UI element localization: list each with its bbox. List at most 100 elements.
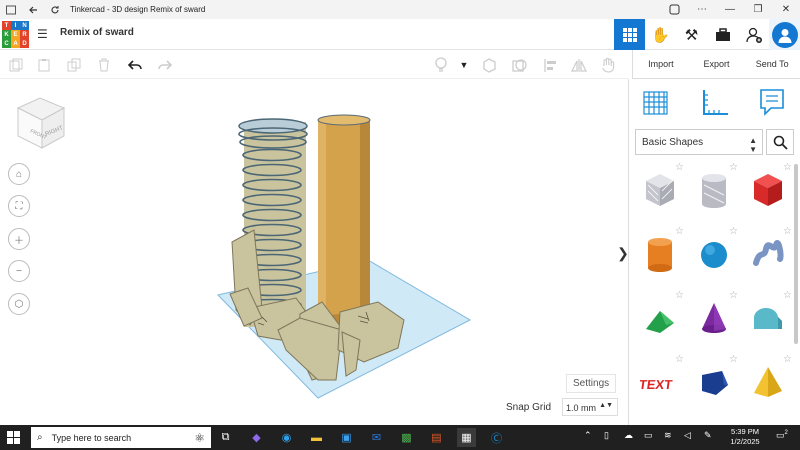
volume-icon[interactable]: ◁ <box>684 430 691 441</box>
shape-button[interactable] <box>480 56 498 74</box>
edge-icon[interactable]: ◉ <box>277 428 296 447</box>
notification-count: 2 <box>784 430 788 436</box>
shape-scribble[interactable]: ☆ <box>743 225 793 283</box>
scene-3d[interactable] <box>0 80 628 425</box>
redo-button[interactable] <box>156 56 174 74</box>
text-3d-icon: TEXT <box>640 377 673 392</box>
star-icon[interactable]: ☆ <box>783 226 792 237</box>
solid-shape-icon <box>482 57 496 73</box>
send-to-button[interactable]: Send To <box>744 50 800 78</box>
3d-view-button[interactable] <box>614 19 645 50</box>
more-options-button[interactable]: ⋯ <box>688 0 716 19</box>
invite-user-button[interactable] <box>738 19 769 50</box>
chevron-up-icon[interactable]: ⌃ <box>584 430 592 441</box>
tinkercad-taskbar-icon[interactable]: ▦ <box>457 428 476 447</box>
orange-cylinder-shape <box>317 114 371 326</box>
shape-text[interactable]: TEXT ☆ <box>635 353 685 411</box>
round-roof-icon <box>753 307 782 329</box>
taskbar-clock[interactable]: 5:39 PM 1/2/2025 <box>720 427 770 447</box>
hole-button[interactable] <box>510 56 528 74</box>
shape-cylinder[interactable]: ☆ <box>635 225 685 283</box>
paste-button[interactable] <box>35 56 53 74</box>
shape-search-button[interactable] <box>766 129 794 155</box>
star-icon[interactable]: ☆ <box>675 226 684 237</box>
back-button[interactable] <box>22 0 44 19</box>
workplane-button[interactable] <box>641 87 671 117</box>
design-name[interactable]: Remix of sward <box>60 27 134 38</box>
office-icon[interactable]: ▤ <box>427 428 446 447</box>
cylinder-hole-icon <box>702 174 726 208</box>
light-bulb-button[interactable] <box>432 56 450 74</box>
logo-letter: R <box>20 30 29 39</box>
snap-grid-select[interactable]: 1.0 mm ▲▼ <box>562 398 618 416</box>
shape-pyramid[interactable]: ☆ <box>743 353 793 411</box>
windows-start-button[interactable] <box>7 431 20 444</box>
shape-category-select[interactable]: Basic Shapes ▲ ▼ <box>635 129 763 155</box>
briefcase-icon <box>715 27 730 41</box>
align-button[interactable] <box>541 56 559 74</box>
minecraft-icon[interactable]: ▩ <box>397 428 416 447</box>
user-avatar-button[interactable] <box>769 19 800 50</box>
shape-sphere[interactable]: ☆ <box>689 225 739 283</box>
star-icon[interactable]: ☆ <box>783 290 792 301</box>
shape-cylinder-hole[interactable]: ☆ <box>689 161 739 219</box>
align-icon <box>543 58 556 72</box>
store-icon[interactable]: ▣ <box>337 428 356 447</box>
star-icon[interactable]: ☆ <box>783 162 792 173</box>
delete-button[interactable] <box>95 56 113 74</box>
shape-polygon[interactable]: ☆ <box>689 353 739 411</box>
copy-button[interactable] <box>7 56 25 74</box>
mirror-button[interactable] <box>570 56 588 74</box>
battery-icon[interactable]: ▭ <box>644 430 653 441</box>
shape-box-hole[interactable]: ☆ <box>635 161 685 219</box>
blocks-button[interactable]: ✋ <box>645 19 676 50</box>
star-icon[interactable]: ☆ <box>675 290 684 301</box>
cloud-icon[interactable]: ☁ <box>624 430 633 441</box>
notes-button[interactable] <box>757 87 787 117</box>
star-icon[interactable]: ☆ <box>729 354 738 365</box>
settings-button[interactable]: Settings <box>566 374 617 393</box>
close-button[interactable]: ✕ <box>772 0 800 19</box>
maximize-button[interactable]: ❐ <box>744 0 772 19</box>
chevron-down-icon[interactable]: ▼ <box>455 56 473 74</box>
workplane-canvas[interactable]: FRONT RIGHT ⌂ ⛶ ＋ − ⬡ Settings Snap Grid… <box>0 80 628 425</box>
list-menu-icon[interactable]: ☰ <box>37 27 48 41</box>
collapse-panel-button[interactable]: ❯ <box>617 238 628 268</box>
star-icon[interactable]: ☆ <box>729 226 738 237</box>
chrome-app-icon[interactable]: Ⓒ <box>487 428 506 447</box>
sim-lab-button[interactable]: ⚒ <box>676 19 707 50</box>
export-button[interactable]: Export <box>689 50 745 78</box>
notification-button[interactable]: ▭2 <box>776 430 788 441</box>
import-button[interactable]: Import <box>633 50 689 78</box>
shape-roof[interactable]: ☆ <box>635 289 685 347</box>
tinkercad-logo[interactable]: TINKERCAD <box>2 21 29 48</box>
task-view-icon[interactable]: ⧉ <box>216 428 235 447</box>
shape-round-roof[interactable]: ☆ <box>743 289 793 347</box>
ruler-button[interactable] <box>699 87 729 117</box>
taskbar-search-input[interactable]: ⌕ Type here to search ⚛ <box>31 427 211 448</box>
notification-icon: ▭ <box>776 430 785 440</box>
star-icon[interactable]: ☆ <box>783 354 792 365</box>
star-icon[interactable]: ☆ <box>675 162 684 173</box>
star-icon[interactable]: ☆ <box>729 290 738 301</box>
app-view-button[interactable] <box>660 0 688 19</box>
wifi-icon[interactable]: ≋ <box>664 430 672 441</box>
duplicate-button[interactable] <box>65 56 83 74</box>
undo-button[interactable] <box>126 56 144 74</box>
cruise-button[interactable] <box>599 56 617 74</box>
copilot-icon[interactable]: ◆ <box>247 428 266 447</box>
minimize-button[interactable]: — <box>716 0 744 19</box>
window-title: Tinkercad - 3D design Remix of sward <box>70 5 206 14</box>
refresh-button[interactable] <box>44 0 66 19</box>
star-icon[interactable]: ☆ <box>729 162 738 173</box>
shape-cone[interactable]: ☆ <box>689 289 739 347</box>
outlook-icon[interactable]: ✉ <box>367 428 386 447</box>
star-icon[interactable]: ☆ <box>675 354 684 365</box>
box-hole-icon <box>646 174 674 206</box>
panel-scrollbar[interactable] <box>794 164 798 344</box>
bricks-button[interactable] <box>707 19 738 50</box>
file-explorer-icon[interactable]: ▬ <box>307 428 326 447</box>
device-icon[interactable]: ▯ <box>604 430 609 441</box>
shape-box[interactable]: ☆ <box>743 161 793 219</box>
pen-icon[interactable]: ✎ <box>704 430 712 441</box>
